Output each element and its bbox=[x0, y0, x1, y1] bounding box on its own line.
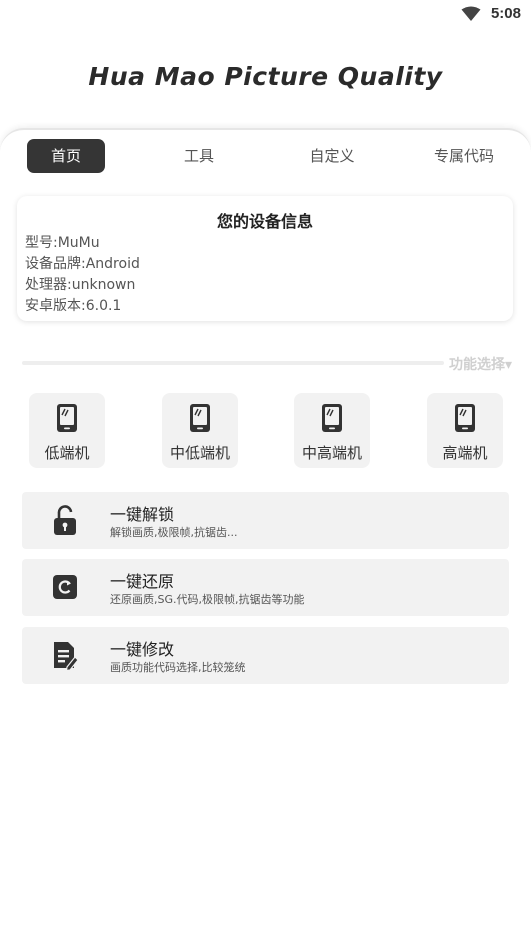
level-low-end-button[interactable]: 低端机 bbox=[29, 393, 105, 468]
unlock-action-button[interactable]: 一键解锁 解锁画质,极限帧,抗锯齿... bbox=[22, 492, 509, 549]
action-description: 画质功能代码选择,比较笼统 bbox=[110, 661, 246, 674]
device-processor: 处理器:unknown bbox=[25, 277, 136, 293]
unlock-icon bbox=[54, 505, 76, 535]
action-title: 一键解锁 bbox=[110, 505, 175, 524]
level-label: 高端机 bbox=[442, 444, 488, 462]
phone-icon bbox=[57, 404, 77, 432]
action-description: 解锁画质,极限帧,抗锯齿... bbox=[110, 526, 238, 539]
level-high-end-button[interactable]: 高端机 bbox=[427, 393, 503, 468]
level-label: 低端机 bbox=[44, 444, 90, 462]
tab-home[interactable]: 首页 bbox=[27, 139, 105, 173]
tab-custom[interactable]: 自定义 bbox=[293, 139, 371, 173]
tab-bar: 首页 工具 自定义 专属代码 bbox=[0, 139, 531, 173]
wifi-icon bbox=[461, 6, 481, 21]
tab-exclusive-code[interactable]: 专属代码 bbox=[424, 139, 504, 173]
status-bar: 5:08 bbox=[0, 0, 531, 28]
device-brand: 设备品牌:Android bbox=[25, 256, 140, 272]
phone-icon bbox=[322, 404, 342, 432]
action-description: 还原画质,SG.代码,极限帧,抗锯齿等功能 bbox=[110, 593, 305, 606]
level-label: 中低端机 bbox=[169, 444, 230, 462]
phone-icon bbox=[455, 404, 475, 432]
section-divider bbox=[22, 361, 444, 365]
device-android-version: 安卓版本:6.0.1 bbox=[25, 298, 122, 314]
tab-tools[interactable]: 工具 bbox=[160, 139, 238, 173]
device-info-card: 您的设备信息 型号:MuMu 设备品牌:Android 处理器:unknown … bbox=[17, 196, 513, 321]
level-label: 中高端机 bbox=[301, 444, 362, 462]
clock: 5:08 bbox=[490, 5, 521, 22]
phone-icon bbox=[190, 404, 210, 432]
restore-action-button[interactable]: 一键还原 还原画质,SG.代码,极限帧,抗锯齿等功能 bbox=[22, 559, 509, 616]
modify-action-button[interactable]: 一键修改 画质功能代码选择,比较笼统 bbox=[22, 627, 509, 684]
action-title: 一键还原 bbox=[110, 572, 175, 591]
function-select-toggle[interactable]: 功能选择▾ bbox=[449, 354, 512, 374]
device-info-title: 您的设备信息 bbox=[216, 212, 313, 231]
device-model: 型号:MuMu bbox=[25, 235, 100, 251]
app-title: Hua Mao Picture Quality bbox=[88, 62, 443, 91]
restore-icon bbox=[53, 575, 77, 599]
action-title: 一键修改 bbox=[110, 640, 175, 659]
level-mid-high-button[interactable]: 中高端机 bbox=[294, 393, 370, 468]
level-mid-low-button[interactable]: 中低端机 bbox=[162, 393, 238, 468]
edit-document-icon bbox=[54, 642, 78, 671]
